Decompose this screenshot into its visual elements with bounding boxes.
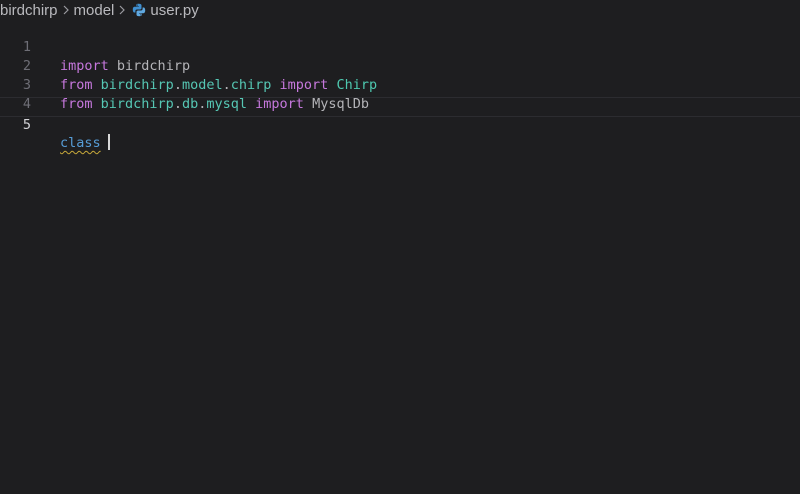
code-text[interactable]: class: [60, 134, 110, 152]
code-line-4[interactable]: 4: [0, 76, 800, 112]
breadcrumb: birdchirp model user.py: [0, 0, 800, 20]
code-line-5[interactable]: 5 class: [0, 97, 800, 151]
code-line-3[interactable]: 3 from birdchirp.db.mysql import MysqlDb: [0, 57, 800, 112]
chevron-right-icon: [114, 0, 130, 20]
code-line-1[interactable]: 1 import birdchirp: [0, 19, 800, 74]
chevron-right-icon: [58, 0, 74, 20]
breadcrumb-file-user-py[interactable]: user.py: [150, 2, 198, 19]
breadcrumb-item-model[interactable]: model: [74, 2, 115, 19]
line-number: 5: [22, 117, 31, 133]
code-editor[interactable]: 1 import birdchirp 2 from birdchirp.mode…: [0, 19, 800, 494]
python-icon: [130, 0, 148, 20]
text-cursor: [107, 134, 110, 150]
breadcrumb-item-birdchirp[interactable]: birdchirp: [0, 2, 58, 19]
keyword-class: class: [60, 135, 101, 151]
code-line-2[interactable]: 2 from birdchirp.model.chirp import Chir…: [0, 38, 800, 93]
